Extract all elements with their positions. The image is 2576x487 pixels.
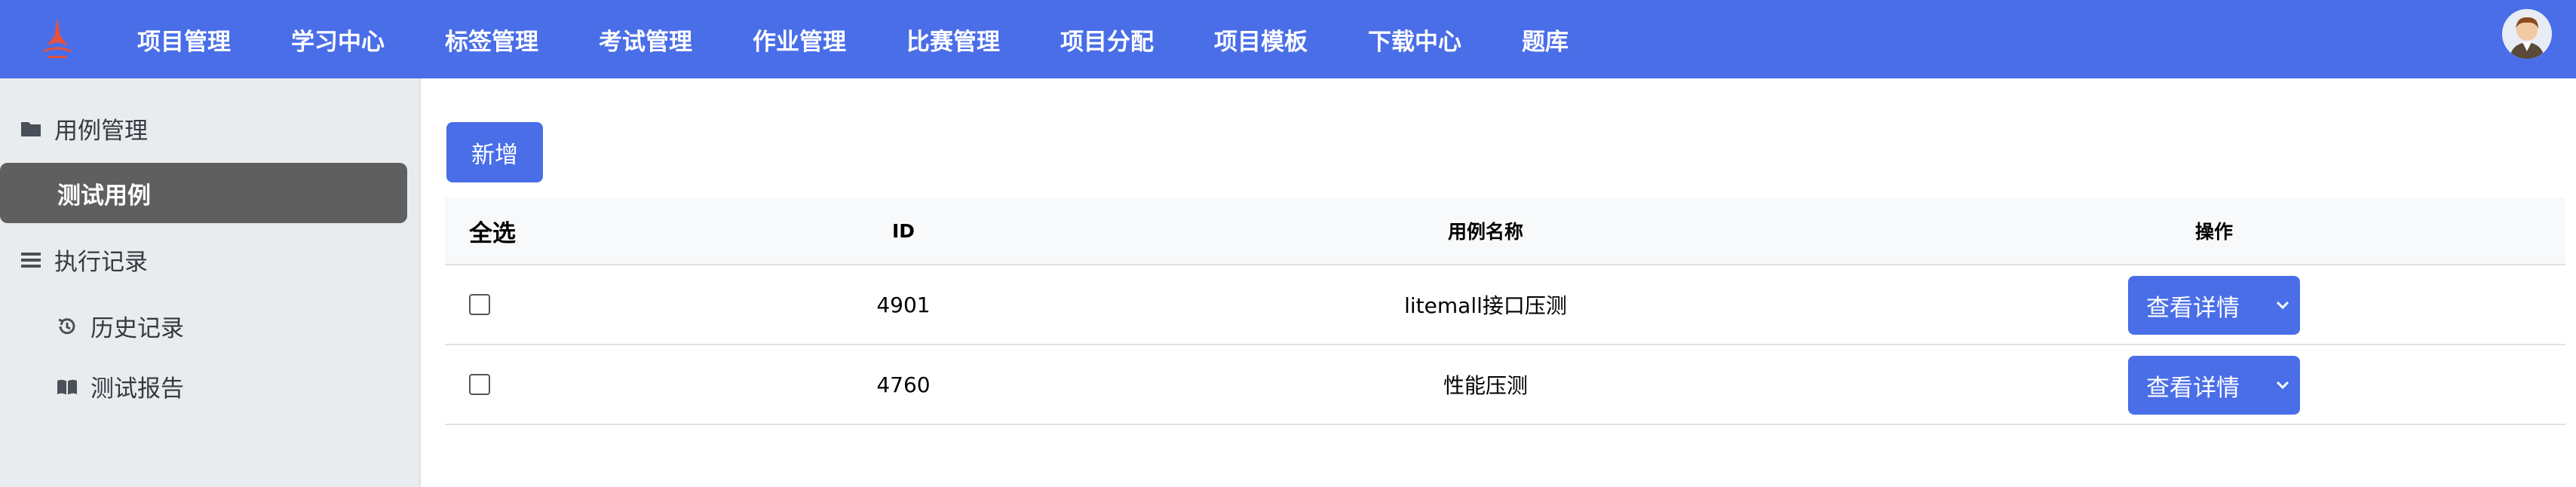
sidebar-group-label: 用例管理 <box>54 118 148 145</box>
case-id: 4901 <box>876 292 931 317</box>
sidebar-group-label: 执行记录 <box>54 249 148 276</box>
chevron-down-icon[interactable] <box>2265 380 2300 391</box>
history-icon <box>56 315 78 338</box>
nav-item-project-assignment[interactable]: 项目分配 <box>1030 0 1184 78</box>
table-header: 全选 ID 用例名称 操作 <box>445 198 2565 265</box>
nav-item-question-bank[interactable]: 题库 <box>1492 0 1599 78</box>
sidebar-item-label: 测试报告 <box>90 375 184 403</box>
nav-item-contest-management[interactable]: 比赛管理 <box>876 0 1030 78</box>
view-details-label: 查看详情 <box>2146 374 2240 402</box>
chevron-down-icon[interactable] <box>2265 300 2300 311</box>
sidebar: 用例管理 测试用例 执行记录 历史记录 测试报告 <box>0 78 421 487</box>
add-button[interactable]: 新增 <box>446 122 543 182</box>
row-checkbox[interactable] <box>469 294 490 315</box>
sidebar-group-execution-records[interactable]: 执行记录 <box>20 243 148 277</box>
id-column-header: ID <box>891 219 915 242</box>
case-name: 性能压测 <box>1443 373 1529 398</box>
row-checkbox[interactable] <box>469 374 490 395</box>
case-name: litemall接口压测 <box>1404 293 1567 318</box>
logo-icon[interactable] <box>38 14 77 63</box>
book-icon <box>56 375 78 398</box>
name-column-header: 用例名称 <box>1447 221 1524 243</box>
folder-icon <box>20 118 42 140</box>
main-nav: 项目管理 学习中心 标签管理 考试管理 作业管理 比赛管理 项目分配 项目模板 … <box>107 0 1599 78</box>
test-case-table: 全选 ID 用例名称 操作 4901 litemall接口压测 查看详情 476… <box>445 198 2565 425</box>
nav-item-tag-management[interactable]: 标签管理 <box>415 0 569 78</box>
nav-item-download-center[interactable]: 下载中心 <box>1338 0 1492 78</box>
top-navbar: 项目管理 学习中心 标签管理 考试管理 作业管理 比赛管理 项目分配 项目模板 … <box>0 0 2576 78</box>
main-content: 新增 全选 ID 用例名称 操作 4901 litemall接口压测 查看详情 … <box>421 78 2576 487</box>
sidebar-item-test-report[interactable]: 测试报告 <box>56 369 184 403</box>
list-icon <box>20 249 42 271</box>
nav-item-project-templates[interactable]: 项目模板 <box>1184 0 1338 78</box>
case-id: 4760 <box>876 372 931 397</box>
actions-column-header: 操作 <box>2194 221 2234 243</box>
view-details-button[interactable]: 查看详情 <box>2128 276 2300 335</box>
sidebar-item-label: 历史记录 <box>90 315 184 342</box>
nav-item-project-management[interactable]: 项目管理 <box>107 0 261 78</box>
table-row: 4901 litemall接口压测 查看详情 <box>445 265 2565 345</box>
nav-item-homework-management[interactable]: 作业管理 <box>722 0 876 78</box>
nav-item-exam-management[interactable]: 考试管理 <box>569 0 722 78</box>
view-details-button[interactable]: 查看详情 <box>2128 356 2300 415</box>
sidebar-item-test-cases[interactable]: 测试用例 <box>0 163 407 223</box>
view-details-label: 查看详情 <box>2146 294 2240 322</box>
avatar[interactable] <box>2502 9 2552 59</box>
sidebar-group-case-management[interactable]: 用例管理 <box>20 112 148 145</box>
table-row: 4760 性能压测 查看详情 <box>445 345 2565 425</box>
sidebar-item-history[interactable]: 历史记录 <box>56 309 184 343</box>
nav-item-learning-center[interactable]: 学习中心 <box>261 0 415 78</box>
select-all-header[interactable]: 全选 <box>469 198 516 264</box>
